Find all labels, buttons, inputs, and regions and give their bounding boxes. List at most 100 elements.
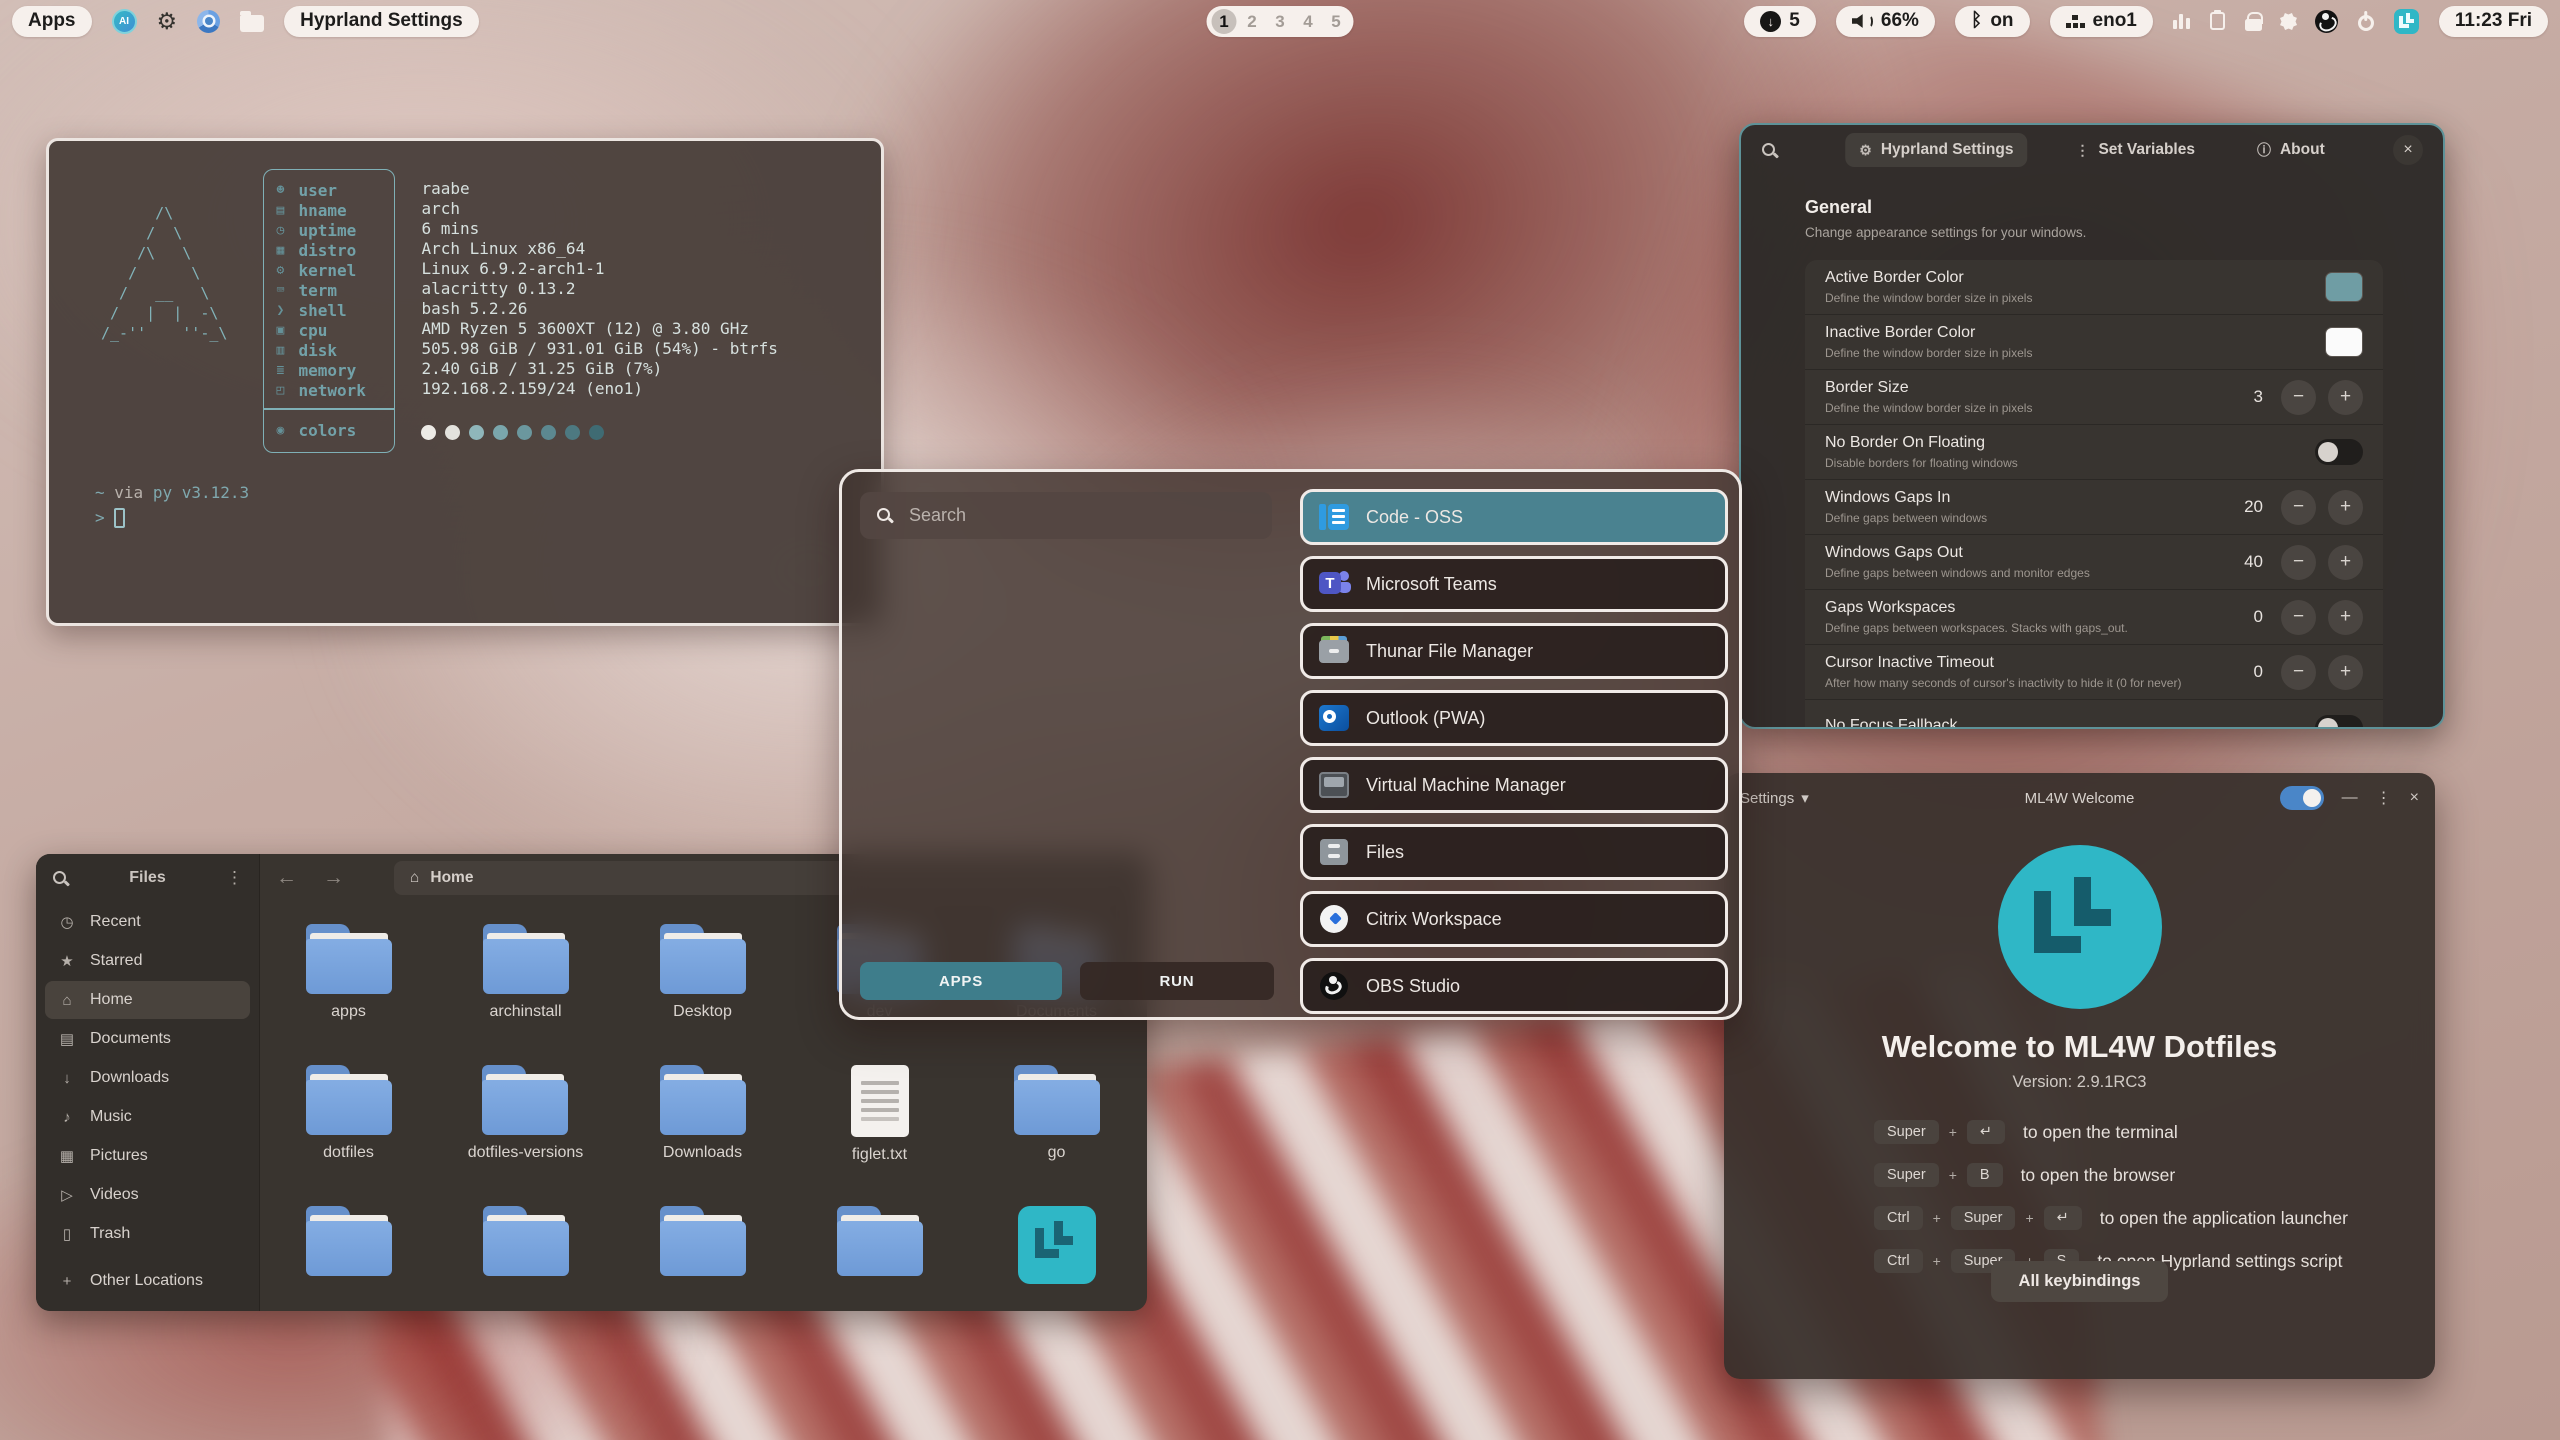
plus-button[interactable]: + [2328, 545, 2363, 580]
plus-button[interactable]: + [2328, 380, 2363, 415]
gaps-workspaces-value: 0 [2235, 607, 2263, 627]
user-icon: ☻ [276, 183, 298, 198]
plus-button[interactable]: + [2328, 490, 2363, 525]
network-indicator[interactable]: eno1 [2050, 6, 2153, 37]
minus-button[interactable]: − [2281, 490, 2316, 525]
audio-mixer-icon[interactable] [2173, 13, 2190, 29]
no-focus-fallback-toggle[interactable] [2315, 715, 2363, 730]
sidebar-item-videos[interactable]: ▷Videos [45, 1176, 250, 1214]
search-icon[interactable] [52, 870, 69, 887]
sidebar-item-downloads[interactable]: ↓Downloads [45, 1059, 250, 1097]
terminal-color-palette [421, 425, 777, 440]
all-keybindings-button[interactable]: All keybindings [1991, 1261, 2169, 1302]
tab-hyprland-settings[interactable]: ⚙ Hyprland Settings [1845, 133, 2027, 167]
close-button[interactable]: × [2393, 135, 2423, 165]
image-ml4w-thumbnail[interactable] [1018, 1206, 1096, 1311]
folder-archinstall[interactable]: archinstall [480, 924, 572, 1065]
folder-item[interactable] [480, 1206, 572, 1311]
minus-button[interactable]: − [2281, 600, 2316, 635]
lock-screen-icon[interactable] [2245, 19, 2262, 31]
sidebar-item-starred[interactable]: ★Starred [45, 942, 250, 980]
folder-item[interactable] [834, 1206, 926, 1311]
power-icon[interactable] [2358, 15, 2374, 31]
file-figlet-txt[interactable]: figlet.txt [851, 1065, 909, 1206]
folder-desktop[interactable]: Desktop [657, 924, 749, 1065]
minus-button[interactable]: − [2281, 380, 2316, 415]
app-item-microsoft-teams[interactable]: T Microsoft Teams [1300, 556, 1728, 612]
tab-about[interactable]: ⓘ About [2243, 132, 2339, 168]
app-item-obs-studio[interactable]: OBS Studio [1300, 958, 1728, 1014]
sidebar-item-trash[interactable]: ▯Trash [45, 1215, 250, 1253]
workspace-1[interactable]: 1 [1212, 9, 1237, 34]
sidebar-item-home[interactable]: ⌂Home [45, 981, 250, 1019]
clock[interactable]: 11:23 Fri [2439, 6, 2548, 37]
sidebar-item-recent[interactable]: ◷Recent [45, 903, 250, 941]
app-item-files[interactable]: Files [1300, 824, 1728, 880]
volume-indicator[interactable]: 66% [1836, 6, 1935, 37]
ai-assistant-icon[interactable]: AI [112, 9, 137, 34]
obs-tray-icon[interactable] [2315, 10, 2338, 33]
workspace-3[interactable]: 3 [1268, 9, 1293, 34]
tab-set-variables[interactable]: ⋮ Set Variables [2061, 133, 2209, 167]
terminal-window[interactable]: /\ / \ /\ \ / \ / __ \ / | | -\ /_-'' ''… [46, 138, 884, 626]
menu-dots-icon[interactable]: ⋮ [226, 868, 243, 888]
file-manager-icon[interactable] [240, 15, 264, 32]
workspace-5[interactable]: 5 [1324, 9, 1349, 34]
sidebar-item-other-locations[interactable]: +Other Locations [45, 1262, 250, 1300]
updates-indicator[interactable]: ↓ 5 [1744, 6, 1816, 37]
setting-row-windows-gaps-out: Windows Gaps OutDefine gaps between wind… [1805, 535, 2383, 590]
chromium-browser-icon[interactable] [197, 10, 220, 33]
inactive-border-color-swatch[interactable] [2325, 327, 2363, 357]
forward-icon[interactable]: → [323, 866, 344, 890]
minus-button[interactable]: − [2281, 655, 2316, 690]
sidebar-item-documents[interactable]: ▤Documents [45, 1020, 250, 1058]
search-icon[interactable] [1761, 142, 1778, 159]
folder-item[interactable] [303, 1206, 395, 1311]
plus-separator: + [1933, 1210, 1941, 1226]
sidebar-item-music[interactable]: ♪Music [45, 1098, 250, 1136]
no-border-floating-toggle[interactable] [2315, 439, 2363, 465]
setting-row-active-border-color: Active Border ColorDefine the window bor… [1805, 260, 2383, 315]
launcher-search[interactable] [860, 492, 1272, 539]
apps-menu-button[interactable]: Apps [12, 6, 92, 37]
run-tab-button[interactable]: RUN [1080, 962, 1274, 1000]
apps-tab-button[interactable]: APPS [860, 962, 1062, 1000]
folder-dotfiles[interactable]: dotfiles [303, 1065, 395, 1206]
app-item-outlook[interactable]: Outlook (PWA) [1300, 690, 1728, 746]
pictures-icon: ▦ [57, 1147, 77, 1165]
folder-item[interactable] [657, 1206, 749, 1311]
active-window-title[interactable]: Hyprland Settings [284, 6, 479, 37]
folder-go[interactable]: go [1011, 1065, 1103, 1206]
close-icon[interactable]: × [2410, 789, 2419, 807]
menu-dots-icon[interactable]: ⋮ [2376, 788, 2392, 808]
app-item-virtual-machine-manager[interactable]: Virtual Machine Manager [1300, 757, 1728, 813]
back-icon[interactable]: ← [276, 866, 297, 890]
app-item-citrix-workspace[interactable]: Citrix Workspace [1300, 891, 1728, 947]
app-item-thunar[interactable]: Thunar File Manager [1300, 623, 1728, 679]
workspace-4[interactable]: 4 [1296, 9, 1321, 34]
plus-button[interactable]: + [2328, 655, 2363, 690]
settings-gear-icon[interactable]: ⚙ [157, 8, 178, 35]
minimize-icon[interactable]: — [2342, 789, 2358, 807]
folder-downloads[interactable]: Downloads [657, 1065, 749, 1206]
plus-button[interactable]: + [2328, 600, 2363, 635]
update-download-icon: ↓ [1760, 11, 1781, 32]
fastfetch-label: kernel [298, 261, 356, 280]
active-border-color-swatch[interactable] [2325, 272, 2363, 302]
workspace-2[interactable]: 2 [1240, 9, 1265, 34]
settings-dropdown[interactable]: Settings ▾ [1740, 789, 1809, 807]
folder-apps[interactable]: apps [303, 924, 395, 1065]
clipboard-icon[interactable] [2210, 12, 2225, 30]
minus-button[interactable]: − [2281, 545, 2316, 580]
active-window-title-label: Hyprland Settings [300, 10, 463, 32]
recent-icon: ◷ [57, 913, 77, 931]
ml4w-menu-icon[interactable] [2394, 9, 2419, 34]
folder-dotfiles-versions[interactable]: dotfiles-versions [468, 1065, 584, 1206]
sidebar-item-pictures[interactable]: ▦Pictures [45, 1137, 250, 1175]
autostart-toggle[interactable] [2280, 786, 2324, 810]
brightness-icon[interactable] [2280, 13, 2297, 30]
bluetooth-indicator[interactable]: ᛒ on [1955, 6, 2030, 37]
app-item-code-oss[interactable]: Code - OSS [1300, 489, 1728, 545]
setting-title: Active Border Color [1825, 269, 2032, 287]
search-input[interactable] [907, 504, 1227, 527]
